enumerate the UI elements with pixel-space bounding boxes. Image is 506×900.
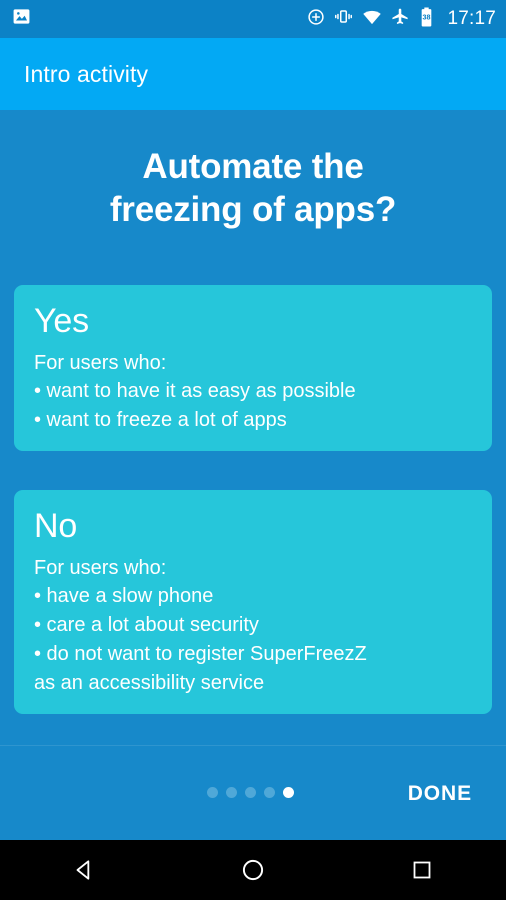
list-item: • care a lot about security [34, 613, 259, 636]
page-title: Automate the freezing of apps? [0, 110, 506, 231]
list-item: • have a slow phone [34, 584, 214, 607]
status-bar-notifications [12, 7, 31, 31]
list-item: • want to freeze a lot of apps [34, 408, 287, 431]
back-icon[interactable] [39, 840, 129, 900]
android-navigation-bar [0, 840, 506, 900]
sync-add-icon [307, 8, 325, 31]
vibrate-mode-icon [334, 7, 353, 31]
card-title-yes: Yes [34, 302, 89, 340]
page-dot[interactable] [207, 787, 218, 798]
home-icon[interactable] [208, 840, 298, 900]
card-list-no: • have a slow phone • care a lot about s… [34, 582, 472, 698]
option-card-no[interactable]: No For users who: • have a slow phone • … [14, 490, 492, 714]
phone-screen: 38 17:17 Intro activity Automate the fre… [0, 0, 506, 900]
recents-icon[interactable] [377, 840, 467, 900]
card-list-yes: • want to have it as easy as possible • … [34, 377, 472, 435]
intro-bottom-bar: DONE [0, 745, 506, 840]
option-card-yes[interactable]: Yes For users who: • want to have it as … [14, 285, 492, 451]
svg-text:38: 38 [423, 12, 431, 21]
page-dot[interactable] [264, 787, 275, 798]
app-bar-title: Intro activity [24, 60, 149, 87]
headline-line-2: freezing of apps? [109, 189, 397, 229]
page-dot[interactable] [245, 787, 256, 798]
intro-slide-content: Automate the freezing of apps? Yes For u… [0, 110, 506, 745]
app-bar: Intro activity [0, 38, 506, 110]
status-bar-system-icons: 38 17:17 [307, 7, 496, 32]
wifi-icon [362, 7, 382, 32]
status-bar: 38 17:17 [0, 0, 506, 38]
card-lead-no: For users who: [34, 556, 167, 579]
list-item: • do not want to register SuperFreezZ [34, 642, 367, 665]
headline-line-1: Automate the [142, 147, 364, 186]
airplane-mode-icon [391, 7, 410, 31]
image-icon [12, 7, 31, 31]
page-indicator[interactable] [207, 787, 294, 798]
page-dot[interactable] [226, 787, 237, 798]
card-title-no: No [34, 507, 78, 545]
status-bar-clock: 17:17 [447, 8, 496, 29]
list-item: as an accessibility service [34, 671, 265, 694]
list-item: • want to have it as easy as possible [34, 379, 356, 402]
battery-icon: 38 [419, 7, 434, 32]
page-dot-active[interactable] [283, 787, 294, 798]
card-lead-yes: For users who: [34, 351, 167, 374]
done-button[interactable]: DONE [400, 776, 480, 812]
